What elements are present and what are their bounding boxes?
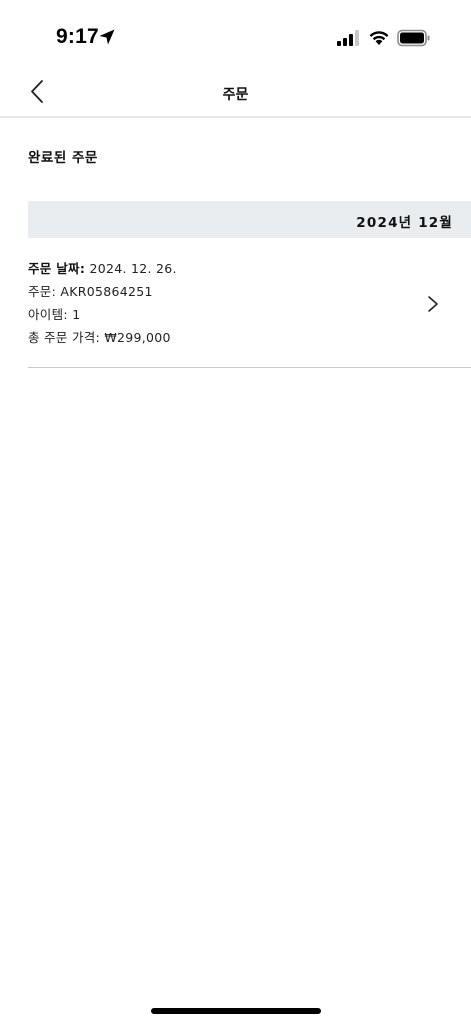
home-indicator[interactable] <box>151 1008 321 1014</box>
battery-icon <box>397 29 430 47</box>
chevron-right-icon[interactable] <box>426 294 440 314</box>
month-group-label: 2024년 12월 <box>356 215 453 231</box>
status-time: 9:17 <box>56 25 99 48</box>
order-number-line: 주문: AKR05864251 <box>28 281 153 300</box>
order-date-value: 2024. 12. 26. <box>89 261 177 276</box>
section-title: 완료된 주문 <box>28 150 98 166</box>
order-items-value: 1 <box>72 307 81 322</box>
order-list-item[interactable]: 주문 날짜: 2024. 12. 26. 주문: AKR05864251 아이템… <box>28 238 471 368</box>
location-arrow-icon <box>99 29 115 45</box>
order-number-label: 주문: <box>28 284 57 299</box>
order-total-value: ₩299,000 <box>104 330 171 345</box>
order-date-line: 주문 날짜: 2024. 12. 26. <box>28 258 177 277</box>
status-bar: 9:17 <box>0 0 471 76</box>
order-total-line: 총 주문 가격: ₩299,000 <box>28 327 171 346</box>
nav-bar: 주문 <box>0 76 471 118</box>
cellular-signal-icon <box>337 30 359 46</box>
wifi-icon <box>369 31 389 45</box>
order-date-label: 주문 날짜: <box>28 261 86 276</box>
page-title: 주문 <box>222 87 249 103</box>
order-number-value: AKR05864251 <box>60 284 153 299</box>
month-group-header: 2024년 12월 <box>28 201 471 238</box>
screen: 9:17 주문 완료된 주문 2024년 12월 주문 날짜: 2024. 12… <box>0 0 471 1024</box>
order-total-label: 총 주문 가격: <box>28 330 101 345</box>
order-items-label: 아이템: <box>28 307 68 322</box>
order-items-line: 아이템: 1 <box>28 304 80 323</box>
